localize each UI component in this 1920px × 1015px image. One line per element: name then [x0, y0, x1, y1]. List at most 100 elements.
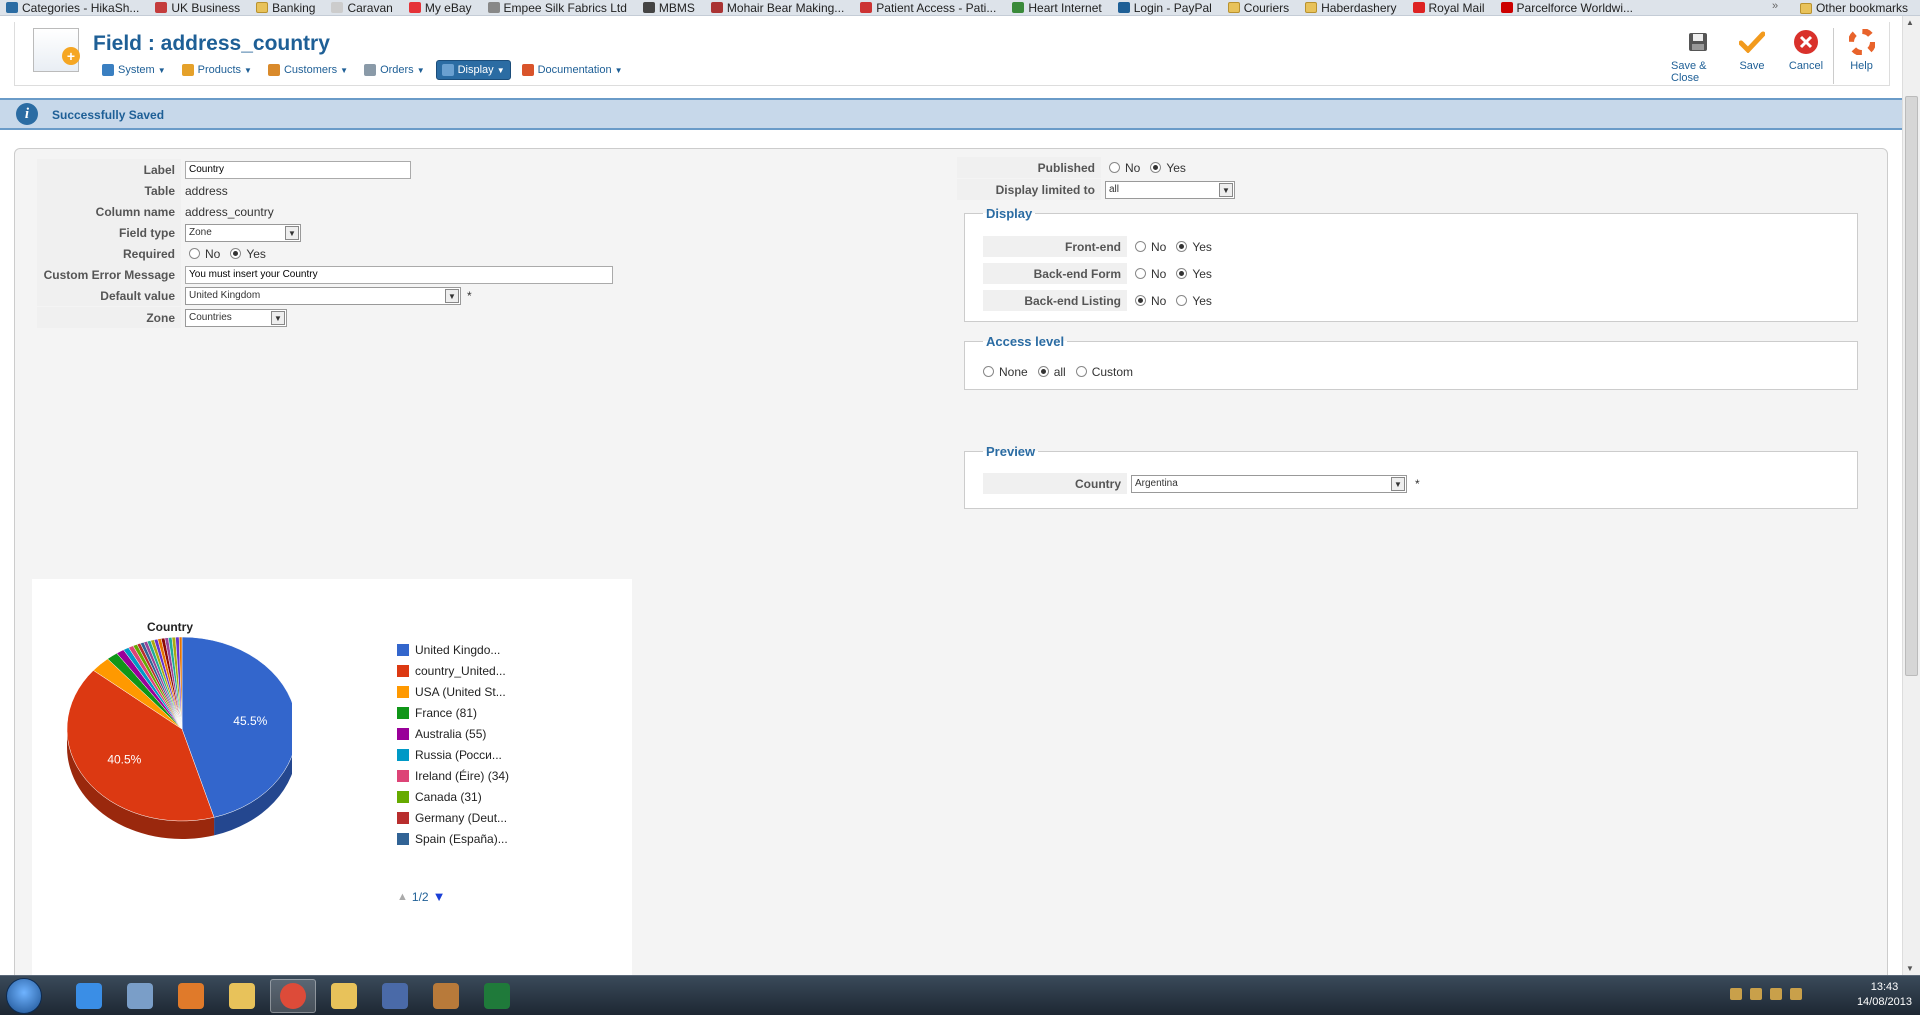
backend-form-no-radio[interactable] — [1135, 268, 1146, 279]
display-limited-select[interactable]: all ▼ — [1105, 180, 1235, 199]
backend-form-no-label: No — [1151, 266, 1167, 281]
published-no-radio[interactable] — [1109, 162, 1120, 173]
scanner-icon — [433, 983, 459, 1009]
bookmarks-bar: Categories - HikaSh... UK Business Banking… — [0, 0, 1920, 16]
taskbar-app-button[interactable] — [423, 979, 469, 1013]
menu-item-display[interactable]: Display ▼ — [435, 60, 511, 80]
legend-item[interactable]: Canada (31) — [397, 786, 509, 807]
start-button[interactable] — [6, 978, 42, 1014]
label-input[interactable] — [185, 160, 411, 179]
legend-item[interactable]: United Kingdo... — [397, 639, 509, 660]
save-close-button[interactable]: Save & Close — [1671, 28, 1725, 84]
legend-label: Australia (55) — [415, 726, 487, 741]
frontend-no-radio[interactable] — [1135, 241, 1146, 252]
legend-item[interactable]: Russia (Росси... — [397, 744, 509, 765]
bookmark-item[interactable]: MBMS — [637, 0, 705, 15]
legend-item[interactable]: France (81) — [397, 702, 509, 723]
bookmark-item[interactable]: Heart Internet — [1006, 0, 1111, 15]
backend-form-yes-radio[interactable] — [1176, 268, 1188, 279]
bookmark-item[interactable]: Royal Mail — [1407, 0, 1495, 15]
volume-icon[interactable] — [1770, 988, 1782, 1000]
clock[interactable]: 13:43 14/08/2013 — [1857, 980, 1912, 1010]
bookmark-item[interactable]: Mohair Bear Making... — [705, 0, 854, 15]
favicon-icon — [860, 2, 873, 13]
bookmark-item[interactable]: Banking — [250, 0, 325, 15]
field-type-select[interactable]: Zone ▼ — [185, 223, 301, 242]
tray-icon[interactable] — [1750, 988, 1762, 1000]
legend-item[interactable]: country_United... — [397, 660, 509, 681]
clock-time: 13:43 — [1870, 981, 1899, 993]
published-yes-radio[interactable] — [1150, 162, 1162, 173]
legend-label: country_United... — [415, 663, 506, 678]
required-no-radio[interactable] — [189, 248, 200, 259]
taskbar-app-button[interactable] — [66, 979, 112, 1013]
bookmark-item[interactable]: Login - PayPal — [1112, 0, 1222, 15]
access-none-radio[interactable] — [983, 366, 994, 377]
access-none-label: None — [999, 364, 1028, 379]
menu-item-label: Customers — [283, 64, 338, 76]
menu-item-customers[interactable]: Customers ▼ — [263, 60, 353, 80]
other-bookmarks[interactable]: Other bookmarks — [1794, 0, 1918, 16]
bookmark-item[interactable]: Empee Silk Fabrics Ltd — [482, 0, 637, 15]
bookmark-item[interactable]: Patient Access - Pati... — [854, 0, 1006, 15]
scroll-down-icon[interactable]: ▼ — [1906, 964, 1914, 973]
bookmarks-overflow-icon[interactable]: » — [1772, 0, 1778, 12]
admin-page: + Field : address_country System ▼ Product… — [0, 16, 1902, 988]
bookmark-item[interactable]: My eBay — [403, 0, 482, 15]
taskbar-app-button[interactable] — [117, 979, 163, 1013]
legend-item[interactable]: Germany (Deut... — [397, 807, 509, 828]
chevron-down-icon: ▼ — [285, 225, 299, 240]
bookmark-item[interactable]: Haberdashery — [1299, 0, 1406, 15]
preview-country-select[interactable]: Argentina ▼ — [1131, 474, 1407, 493]
network-icon[interactable] — [1790, 988, 1802, 1000]
vertical-scrollbar[interactable]: ▲ ▼ — [1902, 16, 1920, 975]
menu-item-documentation[interactable]: Documentation ▼ — [517, 60, 628, 80]
chart-pager: ▲ 1/2 ▼ — [397, 889, 445, 904]
bookmark-item[interactable]: UK Business — [149, 0, 250, 15]
help-button[interactable]: Help — [1833, 28, 1889, 84]
backend-listing-yes-radio[interactable] — [1176, 295, 1188, 306]
cancel-icon — [1792, 28, 1820, 56]
backend-form-row: Back-end Form No Yes — [983, 263, 1843, 284]
bookmark-item[interactable]: Caravan — [325, 0, 402, 15]
taskbar-app-button[interactable] — [168, 979, 214, 1013]
frontend-yes-radio[interactable] — [1176, 241, 1188, 252]
save-button[interactable]: Save — [1725, 28, 1779, 84]
taskbar-app-button[interactable] — [372, 979, 418, 1013]
legend-item[interactable]: Australia (55) — [397, 723, 509, 744]
bookmark-item[interactable]: Categories - HikaSh... — [0, 0, 149, 15]
taskbar-app-button[interactable] — [219, 979, 265, 1013]
photo-viewer-icon — [382, 983, 408, 1009]
taskbar-app-button[interactable] — [321, 979, 367, 1013]
pager-down-icon[interactable]: ▼ — [433, 889, 446, 904]
access-all-radio[interactable] — [1037, 366, 1049, 377]
custom-error-input[interactable] — [185, 265, 613, 284]
menu-item-products[interactable]: Products ▼ — [177, 60, 257, 80]
menu-item-system[interactable]: System ▼ — [97, 60, 171, 80]
scrollbar-thumb[interactable] — [1905, 96, 1918, 676]
default-value-select[interactable]: United Kingdom ▼ — [185, 286, 461, 305]
scroll-up-icon[interactable]: ▲ — [1906, 18, 1914, 27]
tray-icon[interactable] — [1730, 988, 1742, 1000]
bookmark-item[interactable]: Couriers — [1222, 0, 1299, 15]
legend-item[interactable]: Spain (España)... — [397, 828, 509, 849]
chevron-down-icon: ▼ — [271, 310, 285, 325]
column-name-value: address_country — [185, 204, 274, 219]
legend-item[interactable]: Ireland (Éire) (34) — [397, 765, 509, 786]
taskbar-app-button[interactable] — [474, 979, 520, 1013]
taskbar-app-button[interactable] — [270, 979, 316, 1013]
folder-icon — [1799, 2, 1812, 14]
paint-icon — [127, 983, 153, 1009]
bookmark-item[interactable]: Parcelforce Worldwi... — [1495, 0, 1643, 15]
pager-up-icon[interactable]: ▲ — [397, 891, 408, 903]
zone-select[interactable]: Countries ▼ — [185, 308, 287, 327]
access-custom-radio[interactable] — [1075, 366, 1087, 377]
backend-listing-no-radio[interactable] — [1135, 295, 1146, 306]
success-message-text: Successfully Saved — [52, 108, 165, 122]
legend-item[interactable]: USA (United St... — [397, 681, 509, 702]
menu-item-orders[interactable]: Orders ▼ — [359, 60, 430, 80]
favicon-icon — [487, 2, 500, 13]
legend-swatch — [397, 790, 409, 803]
required-yes-radio[interactable] — [230, 248, 242, 259]
cancel-button[interactable]: Cancel — [1779, 28, 1833, 84]
